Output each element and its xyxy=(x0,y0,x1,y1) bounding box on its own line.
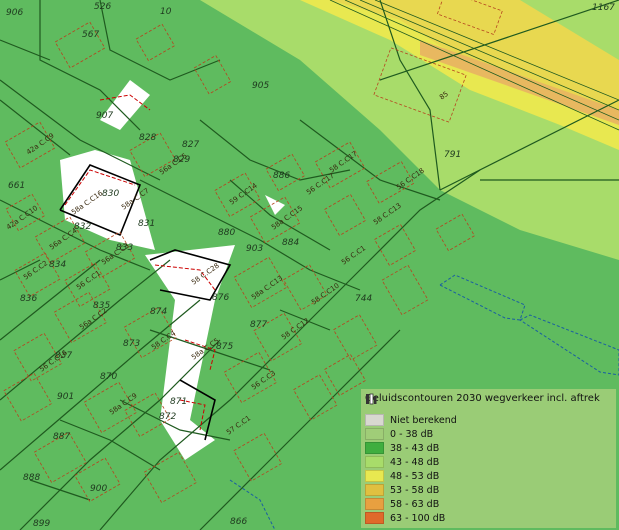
legend-swatch xyxy=(365,428,384,440)
parcel-label: 836 xyxy=(20,294,38,304)
parcel-label: 828 xyxy=(139,133,157,143)
parcel-label: 831 xyxy=(138,219,156,229)
layers-icon xyxy=(366,393,377,405)
parcel-label: 866 xyxy=(230,517,248,527)
parcel-label: 661 xyxy=(8,181,26,191)
parcel-label: 830 xyxy=(102,189,120,199)
parcel-label: 744 xyxy=(355,294,373,304)
parcel-label: 834 xyxy=(49,260,67,270)
legend-item: 38 - 43 dB xyxy=(365,442,439,454)
parcel-label: 873 xyxy=(123,339,141,349)
parcel-label: 827 xyxy=(182,140,200,150)
parcel-label: 876 xyxy=(212,293,230,303)
parcel-label: 870 xyxy=(100,372,118,382)
legend-label: 63 - 100 dB xyxy=(390,512,446,524)
legend-swatch xyxy=(365,414,384,426)
parcel-label: 880 xyxy=(218,228,236,238)
legend-title-row: Geluidscontouren 2030 wegverkeer incl. a… xyxy=(365,393,600,405)
legend-label: 53 - 58 dB xyxy=(390,484,440,496)
parcel-label: 905 xyxy=(252,81,270,91)
legend-label: 48 - 53 dB xyxy=(390,470,440,482)
legend-swatch xyxy=(365,512,384,524)
parcel-label: 900 xyxy=(90,484,108,494)
legend-item: 63 - 100 dB xyxy=(365,512,445,524)
legend-swatch xyxy=(365,470,384,482)
legend-label: 58 - 63 dB xyxy=(390,498,440,510)
parcel-label: 886 xyxy=(273,171,291,181)
parcel-label: 874 xyxy=(150,307,168,317)
parcel-label: 888 xyxy=(23,473,41,483)
legend-label: 0 - 38 dB xyxy=(390,428,434,440)
parcel-label: 10 xyxy=(160,7,172,17)
parcel-label: 887 xyxy=(53,432,71,442)
legend-swatch xyxy=(365,456,384,468)
legend-swatch xyxy=(365,484,384,496)
legend-panel: Geluidscontouren 2030 wegverkeer incl. a… xyxy=(361,389,616,528)
legend-item: 48 - 53 dB xyxy=(365,470,439,482)
legend-item: 58 - 63 dB xyxy=(365,498,439,510)
legend-item: 0 - 38 dB xyxy=(365,428,433,440)
noise-contour-map[interactable]: 906 567 905 907 828 827 829 661 886 830 … xyxy=(0,0,619,530)
legend-label: 43 - 48 dB xyxy=(390,456,440,468)
legend-swatch xyxy=(365,442,384,454)
legend-item: 43 - 48 dB xyxy=(365,456,439,468)
legend-swatch xyxy=(365,498,384,510)
parcel-label: 884 xyxy=(282,238,300,248)
parcel-label: 906 xyxy=(6,8,24,18)
parcel-label: 871 xyxy=(170,397,188,407)
parcel-label: 1167 xyxy=(592,3,615,13)
legend-item: 53 - 58 dB xyxy=(365,484,439,496)
parcel-label: 907 xyxy=(96,111,114,121)
parcel-label: 903 xyxy=(246,244,264,254)
legend-label: 38 - 43 dB xyxy=(390,442,440,454)
parcel-label: 872 xyxy=(159,412,177,422)
legend-item: Niet berekend xyxy=(365,414,457,426)
parcel-label: 567 xyxy=(82,30,100,40)
parcel-label: 901 xyxy=(57,392,75,402)
parcel-label: 899 xyxy=(33,519,51,529)
parcel-label: 877 xyxy=(250,320,268,330)
parcel-label: 791 xyxy=(444,150,462,160)
legend-label: Niet berekend xyxy=(390,414,457,426)
legend-title: Geluidscontouren 2030 wegverkeer incl. a… xyxy=(365,393,600,404)
parcel-label: 526 xyxy=(94,2,112,12)
